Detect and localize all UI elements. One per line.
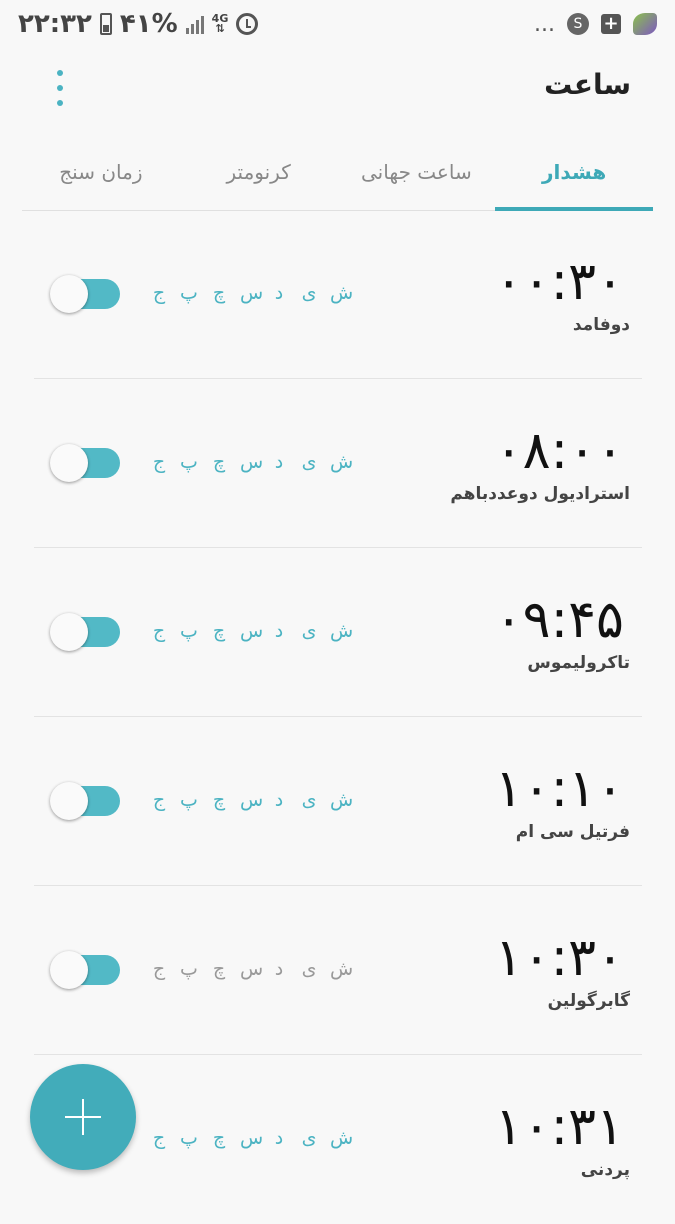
weekday-label: پ bbox=[180, 789, 198, 811]
overflow-indicator: ... bbox=[534, 11, 555, 37]
tab-alarm[interactable]: هشدار bbox=[495, 140, 653, 211]
alarm-item[interactable]: ۱۰:۳۰ گابرگولین ش ی د س چ پ ج bbox=[34, 886, 642, 1055]
weekday-label: ج bbox=[152, 620, 166, 642]
weekday-label: د bbox=[274, 282, 284, 304]
more-options-icon[interactable] bbox=[50, 70, 70, 106]
weekday-label: ش bbox=[330, 1127, 354, 1149]
alarm-label: استرادیول دوعددباهم bbox=[450, 484, 630, 504]
weekday-label: س bbox=[240, 958, 264, 980]
alarm-time: ۱۰:۳۱ bbox=[494, 1097, 624, 1157]
alarm-label: پردنی bbox=[580, 1160, 630, 1180]
weekday-label: س bbox=[240, 451, 264, 473]
weekday-label: ج bbox=[152, 451, 166, 473]
weekday-label: پ bbox=[180, 282, 198, 304]
weekday-label: ی bbox=[301, 789, 317, 811]
weekday-label: س bbox=[240, 789, 264, 811]
tab-world-clock[interactable]: ساعت جهانی bbox=[338, 140, 496, 210]
weekday-label: د bbox=[274, 451, 284, 473]
weekday-label: ش bbox=[330, 282, 354, 304]
weekday-label: چ bbox=[212, 620, 226, 642]
weekday-label: ج bbox=[152, 958, 166, 980]
weekday-label: ش bbox=[330, 789, 354, 811]
weekday-label: د bbox=[274, 620, 284, 642]
battery-icon bbox=[99, 13, 112, 35]
weekday-label: د bbox=[274, 1127, 284, 1149]
leaf-app-icon bbox=[633, 13, 657, 35]
weekday-label: پ bbox=[180, 451, 198, 473]
alarm-days: شیدسچپج bbox=[150, 620, 354, 642]
toggle-knob bbox=[50, 951, 88, 989]
weekday-label: پ bbox=[180, 958, 198, 980]
tab-stopwatch[interactable]: کرنومتر bbox=[180, 140, 338, 210]
alarm-days: شیدسچپج bbox=[150, 958, 354, 980]
toggle-knob bbox=[50, 613, 88, 651]
alarm-label: دوفامد bbox=[572, 315, 630, 335]
alarm-days: شیدسچپج bbox=[150, 1127, 354, 1149]
alarm-time: ۰۹:۴۵ bbox=[494, 590, 624, 650]
tab-bar: هشدار ساعت جهانی کرنومتر زمان سنج bbox=[22, 140, 653, 211]
weekday-label: چ bbox=[212, 282, 226, 304]
weekday-label: س bbox=[240, 282, 264, 304]
weekday-label: ج bbox=[152, 789, 166, 811]
status-time: ۲۲:۳۲ bbox=[18, 9, 92, 39]
alarm-time: ۱۰:۳۰ bbox=[494, 928, 624, 988]
page-title: ساعت bbox=[544, 68, 631, 101]
alarm-toggle[interactable] bbox=[50, 613, 120, 651]
status-bar: ۲۲:۳۲ ۴۱% 4G ⇅ ... S + bbox=[0, 0, 675, 48]
weekday-label: چ bbox=[212, 958, 226, 980]
alarm-toggle[interactable] bbox=[50, 275, 120, 313]
weekday-label: ش bbox=[330, 451, 354, 473]
weekday-label: ج bbox=[152, 282, 166, 304]
weekday-label: ی bbox=[301, 451, 317, 473]
weekday-label: س bbox=[240, 1127, 264, 1149]
alarm-time: ۰۰:۳۰ bbox=[494, 252, 624, 312]
toggle-knob bbox=[50, 782, 88, 820]
alarm-label: فرتیل سی ام bbox=[515, 822, 630, 842]
app-header: ساعت bbox=[0, 60, 675, 120]
alarm-toggle[interactable] bbox=[50, 951, 120, 989]
weekday-label: س bbox=[240, 620, 264, 642]
toggle-knob bbox=[50, 444, 88, 482]
signal-icon bbox=[185, 14, 204, 34]
alarm-item[interactable]: ۱۰:۱۰ فرتیل سی ام ش ی د س چ پ ج bbox=[34, 717, 642, 886]
weekday-label: ش bbox=[330, 958, 354, 980]
weekday-label: چ bbox=[212, 451, 226, 473]
battery-percent: ۴۱% bbox=[119, 9, 178, 39]
weekday-label: د bbox=[274, 789, 284, 811]
alarm-item[interactable]: ۰۰:۳۰ دوفامد ش ی د س چ پ ج bbox=[34, 210, 642, 379]
plus-icon bbox=[65, 1099, 101, 1135]
alarm-days: شیدسچپج bbox=[150, 789, 354, 811]
weekday-label: د bbox=[274, 958, 284, 980]
alarm-label: تاکرولیموس bbox=[527, 653, 630, 673]
tab-timer[interactable]: زمان سنج bbox=[22, 140, 180, 210]
alarm-clock-icon bbox=[236, 13, 259, 35]
alarm-list: ۰۰:۳۰ دوفامد ش ی د س چ پ ج ۰۸:۰۰ استرادیول دوعددبا… bbox=[34, 210, 642, 1224]
alarm-time: ۰۸:۰۰ bbox=[494, 421, 624, 481]
weekday-label: ج bbox=[152, 1127, 166, 1149]
network-4g-icon: 4G ⇅ bbox=[211, 12, 229, 35]
alarm-item[interactable]: ۰۹:۴۵ تاکرولیموس ش ی د س چ پ ج bbox=[34, 548, 642, 717]
app-notification-icon: S bbox=[567, 13, 589, 35]
status-right: ... S + bbox=[534, 12, 657, 37]
weekday-label: پ bbox=[180, 1127, 198, 1149]
weekday-label: ش bbox=[330, 620, 354, 642]
alarm-toggle[interactable] bbox=[50, 444, 120, 482]
weekday-label: ی bbox=[301, 282, 317, 304]
weekday-label: چ bbox=[212, 789, 226, 811]
alarm-toggle[interactable] bbox=[50, 782, 120, 820]
weekday-label: ی bbox=[301, 1127, 317, 1149]
alarm-time: ۱۰:۱۰ bbox=[494, 759, 624, 819]
alarm-days: شیدسچپج bbox=[150, 451, 354, 473]
alarm-days: شیدسچپج bbox=[150, 282, 354, 304]
alarm-item[interactable]: ۰۸:۰۰ استرادیول دوعددباهم ش ی د س چ پ ج bbox=[34, 379, 642, 548]
toggle-knob bbox=[50, 275, 88, 313]
weekday-label: ی bbox=[301, 620, 317, 642]
alarm-label: گابرگولین bbox=[547, 991, 630, 1011]
weekday-label: ی bbox=[301, 958, 317, 980]
weekday-label: چ bbox=[212, 1127, 226, 1149]
status-left: ۲۲:۳۲ ۴۱% 4G ⇅ bbox=[18, 9, 259, 39]
plus-box-icon: + bbox=[601, 14, 621, 34]
add-alarm-button[interactable] bbox=[30, 1064, 136, 1170]
weekday-label: پ bbox=[180, 620, 198, 642]
